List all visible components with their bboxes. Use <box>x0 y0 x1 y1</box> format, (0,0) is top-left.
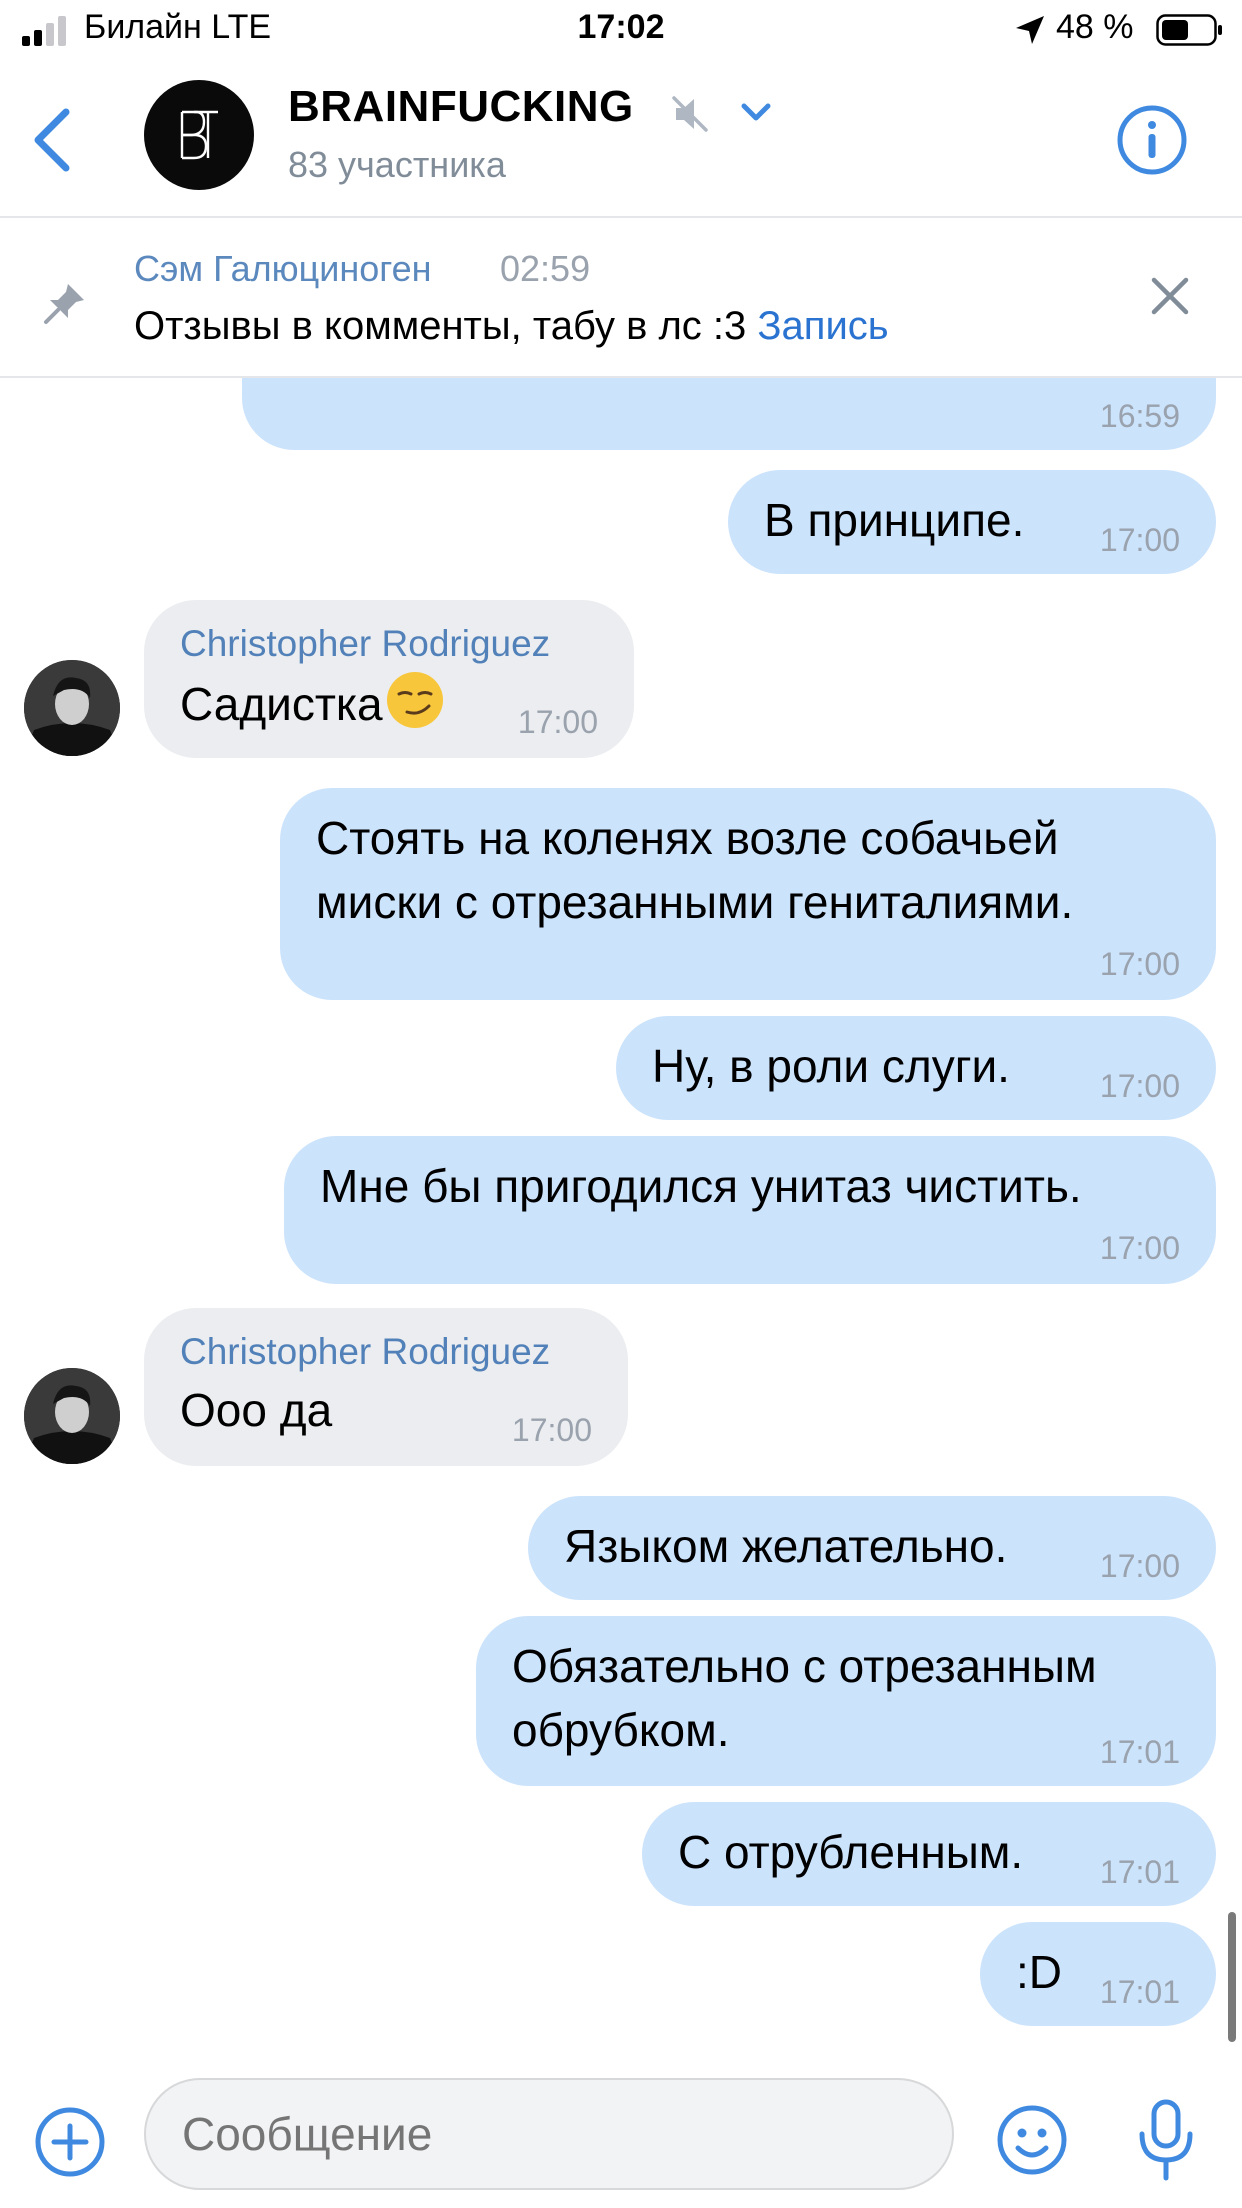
pinned-link[interactable]: Запись <box>757 304 888 348</box>
message-list[interactable]: 16:59 В принципе. 17:00 Christopher Rodr… <box>0 378 1242 2068</box>
message-sender[interactable]: Christopher Rodriguez <box>180 1332 550 1372</box>
members-count: 83 участника <box>288 144 506 185</box>
message-time: 17:01 <box>1099 1974 1180 2010</box>
add-attachment-icon[interactable] <box>34 2106 106 2178</box>
info-icon[interactable] <box>1116 104 1188 176</box>
outgoing-message[interactable]: Обязательно с отрезанным обрубком. 17:01 <box>476 1616 1216 1786</box>
scrollbar[interactable] <box>1228 1912 1236 2042</box>
message-text: :D <box>1016 1946 1062 1998</box>
incoming-message[interactable]: Christopher Rodriguez Садистка 17:00 <box>144 600 634 758</box>
close-icon[interactable] <box>1146 272 1194 320</box>
smirk-emoji-icon <box>386 672 443 728</box>
outgoing-message[interactable]: Стоять на коленях возле собачьей миски с… <box>280 788 1216 1000</box>
chat-avatar[interactable] <box>144 80 254 190</box>
message-text: Языком желательно. <box>564 1520 1008 1572</box>
pinned-message-bar[interactable]: Сэм Галюциноген 02:59 Отзывы в комменты,… <box>0 218 1242 378</box>
chevron-down-icon[interactable] <box>736 98 776 128</box>
message-text: Мне бы пригодился унитаз чистить. <box>320 1160 1082 1212</box>
message-text: Садистка <box>180 670 445 736</box>
status-bar: Билайн LTE 17:02 48 % <box>0 0 1242 62</box>
message-time: 17:00 <box>1099 946 1180 982</box>
message-time: 17:00 <box>517 704 598 740</box>
outgoing-message[interactable]: 16:59 <box>242 378 1216 450</box>
microphone-icon[interactable] <box>1134 2098 1198 2182</box>
location-arrow-icon <box>1016 16 1044 44</box>
message-time: 17:00 <box>511 1412 592 1448</box>
battery-percent: 48 % <box>1056 8 1134 46</box>
incoming-message[interactable]: Christopher Rodriguez Ооо да 17:00 <box>144 1308 628 1466</box>
message-text: С отрубленным. <box>678 1826 1024 1878</box>
message-time: 17:00 <box>1099 1068 1180 1104</box>
message-text-line-1: Стоять на коленях возле собачьей <box>316 812 1059 864</box>
pinned-text: Отзывы в комменты, табу в лс :3 Запись <box>134 304 889 349</box>
muted-speaker-icon <box>672 96 708 132</box>
message-time: 17:00 <box>1099 522 1180 558</box>
message-time: 17:01 <box>1099 1854 1180 1890</box>
avatar[interactable] <box>24 1368 120 1464</box>
outgoing-message[interactable]: В принципе. 17:00 <box>728 470 1216 574</box>
chat-header: BRAINFUCKING 83 участника <box>0 62 1242 218</box>
message-composer <box>0 2068 1242 2208</box>
outgoing-message[interactable]: Мне бы пригодился унитаз чистить. 17:00 <box>284 1136 1216 1284</box>
chat-title[interactable]: BRAINFUCKING <box>288 82 634 132</box>
message-text-body: Садистка <box>180 678 383 730</box>
battery-icon <box>1156 14 1222 46</box>
brand-logo-icon <box>180 110 218 160</box>
pin-icon <box>44 284 84 324</box>
pinned-author[interactable]: Сэм Галюциноген <box>134 248 432 290</box>
outgoing-message[interactable]: С отрубленным. 17:01 <box>642 1802 1216 1906</box>
pinned-text-body: Отзывы в комменты, табу в лс :3 <box>134 304 758 348</box>
user-photo <box>24 1368 120 1464</box>
pinned-time: 02:59 <box>500 248 591 289</box>
user-photo <box>24 660 120 756</box>
outgoing-message[interactable]: Ну, в роли слуги. 17:00 <box>616 1016 1216 1120</box>
message-text: В принципе. <box>764 494 1025 546</box>
message-time: 17:01 <box>1099 1734 1180 1770</box>
message-time: 17:00 <box>1099 1230 1180 1266</box>
message-text-line-1: Обязательно с отрезанным <box>512 1640 1097 1692</box>
message-time: 16:59 <box>1099 398 1180 434</box>
outgoing-message[interactable]: :D 17:01 <box>980 1922 1216 2026</box>
message-sender[interactable]: Christopher Rodriguez <box>180 624 550 664</box>
message-text: Ну, в роли слуги. <box>652 1040 1010 1092</box>
message-input[interactable] <box>144 2078 954 2190</box>
outgoing-message[interactable]: Языком желательно. 17:00 <box>528 1496 1216 1600</box>
message-text-line-2: обрубком. <box>512 1704 730 1756</box>
back-chevron-icon[interactable] <box>28 102 78 178</box>
message-text-line-2: миски с отрезанными гениталиями. <box>316 876 1074 928</box>
message-text: Ооо да <box>180 1384 333 1436</box>
emoji-icon[interactable] <box>996 2104 1068 2176</box>
message-time: 17:00 <box>1099 1548 1180 1584</box>
avatar[interactable] <box>24 660 120 756</box>
